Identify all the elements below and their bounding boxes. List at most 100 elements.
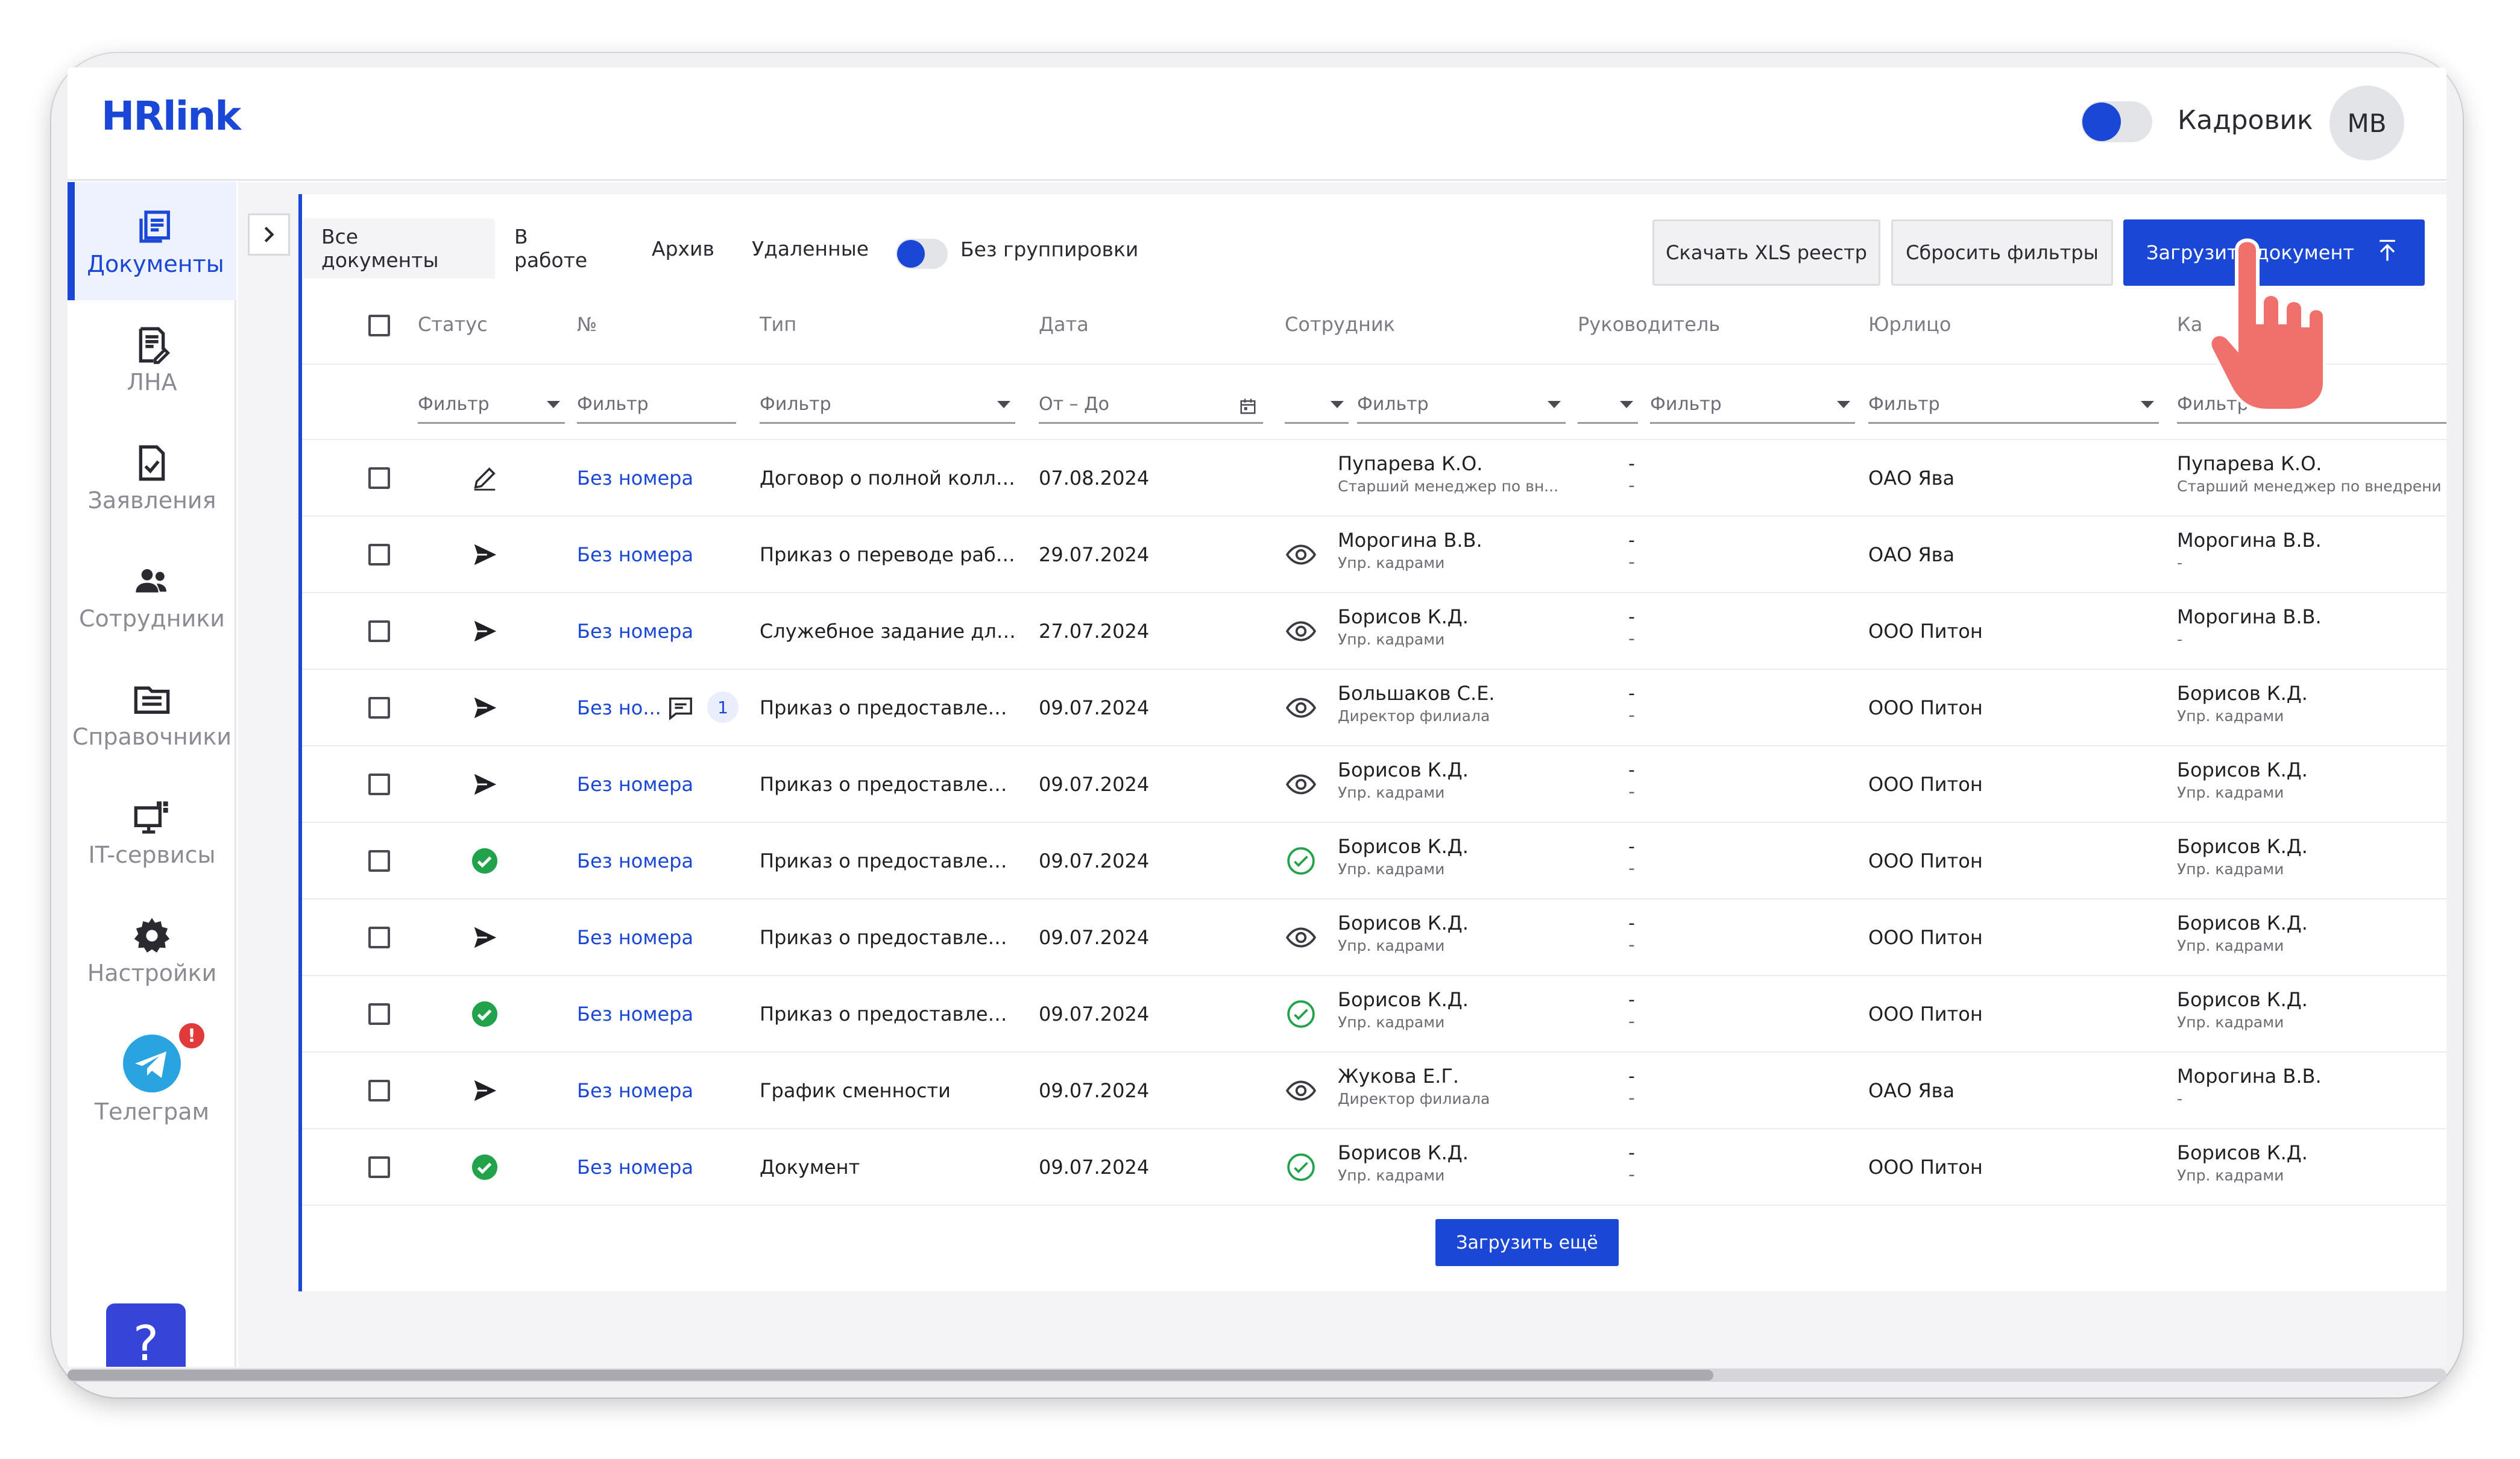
row-checkbox[interactable] bbox=[368, 620, 390, 642]
viewed-status bbox=[1285, 1076, 1317, 1108]
grouping-toggle[interactable] bbox=[896, 239, 948, 269]
document-number-link[interactable]: Без номера bbox=[577, 849, 693, 872]
table-row[interactable]: Без номера Документ 09.07.2024 Борисов К.Д.… bbox=[302, 1129, 2446, 1206]
number-filter[interactable]: Фильтр bbox=[577, 394, 736, 424]
comment-icon[interactable] bbox=[667, 694, 695, 722]
column-manager[interactable]: Руководитель bbox=[1578, 313, 1720, 336]
column-number[interactable]: № bbox=[577, 313, 597, 336]
manager-status-filter[interactable] bbox=[1578, 394, 1638, 424]
viewed-filter[interactable] bbox=[1285, 394, 1349, 424]
viewed-status bbox=[1286, 846, 1316, 878]
column-legal-entity[interactable]: Юрлицо bbox=[1868, 313, 1951, 336]
employee-name: Пупарева К.О. bbox=[1338, 452, 1483, 475]
row-checkbox[interactable] bbox=[368, 1080, 390, 1101]
document-number-link[interactable]: Без номера bbox=[577, 1079, 693, 1102]
document-number-link[interactable]: Без номера bbox=[577, 926, 693, 949]
gear-icon bbox=[134, 918, 170, 953]
eye-icon bbox=[1285, 621, 1317, 641]
role-toggle[interactable] bbox=[2081, 101, 2152, 142]
row-checkbox[interactable] bbox=[368, 467, 390, 489]
hr-position: Упр. кадрами bbox=[2177, 1167, 2284, 1184]
document-number-link[interactable]: Без номера bbox=[577, 467, 693, 490]
employee-position: Упр. кадрами bbox=[1338, 860, 1445, 878]
column-hr[interactable]: Ка bbox=[2177, 313, 2202, 336]
document-date: 09.07.2024 bbox=[1039, 1003, 1150, 1026]
select-all-checkbox[interactable] bbox=[368, 315, 390, 336]
expand-sidebar-button[interactable] bbox=[248, 213, 290, 256]
table-row[interactable]: Без номера Служебное задание для ... 27.07… bbox=[302, 593, 2446, 670]
sidebar-item-telegram[interactable]: ! Телеграм bbox=[68, 1009, 236, 1127]
document-type: Приказ о предоставлени... bbox=[760, 849, 1016, 872]
document-number-link[interactable]: Без но... bbox=[577, 696, 661, 719]
tab-deleted[interactable]: Удаленные bbox=[734, 218, 887, 279]
column-type[interactable]: Тип bbox=[760, 313, 796, 336]
status-filter[interactable]: Фильтр bbox=[418, 394, 565, 424]
table-row[interactable]: Без номера Приказ о предоставлени... 09.07… bbox=[302, 823, 2446, 900]
document-number-link[interactable]: Без номера bbox=[577, 773, 693, 796]
manager-name: - bbox=[1628, 913, 1635, 934]
table-row[interactable]: Без номера Приказ о предоставлени... 09.07… bbox=[302, 976, 2446, 1053]
document-date: 09.07.2024 bbox=[1039, 773, 1150, 796]
table-row[interactable]: Без но... 1 Приказ о предоставлени... 09.07… bbox=[302, 670, 2446, 746]
manager-filter[interactable]: Фильтр bbox=[1650, 394, 1855, 424]
table-row[interactable]: Без номера Приказ о предоставлени... 09.07… bbox=[302, 900, 2446, 976]
sidebar-item-applications[interactable]: Заявления bbox=[68, 418, 236, 537]
chevron-down-icon bbox=[997, 401, 1010, 408]
sidebar-item-settings[interactable]: Настройки bbox=[68, 891, 236, 1009]
row-checkbox[interactable] bbox=[368, 850, 390, 872]
tab-in-progress[interactable]: В работе bbox=[496, 218, 605, 279]
row-checkbox[interactable] bbox=[368, 697, 390, 719]
horizontal-scrollbar[interactable] bbox=[68, 1369, 2446, 1382]
status-indicator bbox=[471, 1153, 499, 1181]
table-row[interactable]: Без номера График сменности 09.07.2024 Жуко… bbox=[302, 1053, 2446, 1129]
document-number-link[interactable]: Без номера bbox=[577, 620, 693, 643]
download-xls-button[interactable]: Скачать XLS реестр bbox=[1652, 219, 1880, 286]
eye-icon bbox=[1285, 544, 1317, 565]
help-button[interactable]: ? bbox=[106, 1303, 186, 1367]
employee-name: Борисов К.Д. bbox=[1338, 605, 1469, 628]
employee-cell: Борисов К.Д. Упр. кадрами bbox=[1338, 758, 1567, 801]
scrollbar-thumb[interactable] bbox=[68, 1370, 1713, 1381]
column-employee[interactable]: Сотрудник bbox=[1285, 313, 1395, 336]
document-number-link[interactable]: Без номера bbox=[577, 543, 693, 566]
sidebar-item-lna[interactable]: ЛНА bbox=[68, 300, 236, 418]
row-checkbox[interactable] bbox=[368, 774, 390, 795]
table-row[interactable]: Без номера Приказ о предоставлени... 09.07… bbox=[302, 746, 2446, 823]
sidebar-item-it-services[interactable]: IT-сервисы bbox=[68, 773, 236, 891]
hr-position: Упр. кадрами bbox=[2177, 1013, 2284, 1031]
avatar[interactable]: МВ bbox=[2329, 86, 2404, 160]
load-more-button[interactable]: Загрузить ещё bbox=[1435, 1219, 1619, 1266]
sidebar-item-directories[interactable]: Справочники bbox=[68, 655, 236, 773]
tab-all-documents[interactable]: Все документы bbox=[303, 218, 495, 279]
employee-filter[interactable]: Фильтр bbox=[1357, 394, 1566, 424]
employee-position: Старший менеджер по вн... bbox=[1338, 477, 1559, 495]
employee-name: Борисов К.Д. bbox=[1338, 912, 1469, 934]
documents-card: Все документы В работе Архив Удаленные Б… bbox=[298, 194, 2446, 1291]
sidebar-item-employees[interactable]: Сотрудники bbox=[68, 537, 236, 655]
main-content: Все документы В работе Архив Удаленные Б… bbox=[238, 182, 2446, 1367]
date-range-filter[interactable]: От – До bbox=[1039, 394, 1263, 424]
sidebar-item-documents[interactable]: Документы bbox=[68, 182, 236, 300]
eye-icon bbox=[1285, 927, 1317, 948]
type-filter[interactable]: Фильтр bbox=[760, 394, 1015, 424]
column-status[interactable]: Статус bbox=[418, 313, 488, 336]
send-icon bbox=[474, 1080, 497, 1101]
table-row[interactable]: Без номера Договор о полной коллек... 07.0… bbox=[302, 440, 2446, 517]
column-date[interactable]: Дата bbox=[1039, 313, 1089, 336]
hrlink-logo[interactable]: HRlink bbox=[101, 93, 241, 153]
tab-archive[interactable]: Архив bbox=[634, 218, 732, 279]
reset-filters-button[interactable]: Сбросить фильтры bbox=[1891, 219, 2113, 286]
manager-position: - bbox=[1628, 475, 1635, 496]
sidebar: Документы ЛНА Заявления Сотрудники Справ… bbox=[68, 182, 236, 1367]
viewed-status bbox=[1285, 616, 1317, 649]
legal-entity-filter[interactable]: Фильтр bbox=[1868, 394, 2159, 424]
row-checkbox[interactable] bbox=[368, 927, 390, 948]
table-row[interactable]: Без номера Приказ о переводе работ... 29.0… bbox=[302, 517, 2446, 593]
send-icon bbox=[474, 697, 497, 719]
row-checkbox[interactable] bbox=[368, 1003, 390, 1025]
row-checkbox[interactable] bbox=[368, 1156, 390, 1178]
document-number-link[interactable]: Без номера bbox=[577, 1156, 693, 1179]
row-checkbox[interactable] bbox=[368, 544, 390, 566]
document-number-link[interactable]: Без номера bbox=[577, 1003, 693, 1026]
employee-name: Борисов К.Д. bbox=[1338, 835, 1469, 858]
